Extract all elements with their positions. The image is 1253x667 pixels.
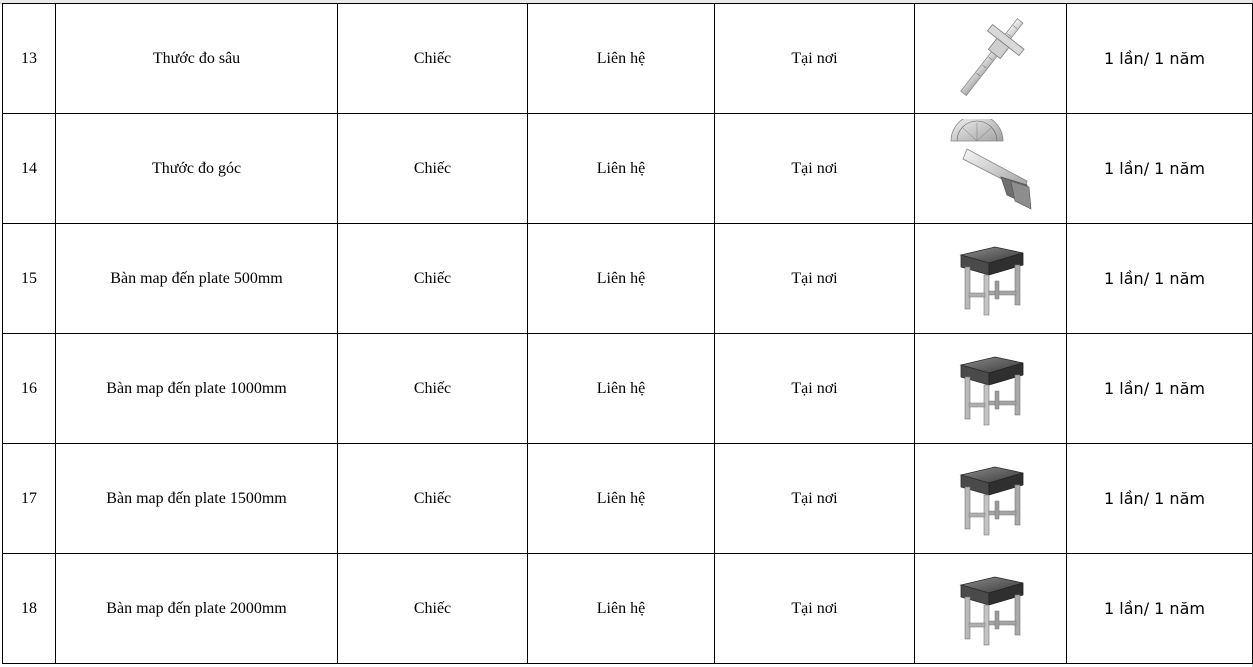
- cell-frequency-text: 1 lần/ 1 năm: [1104, 489, 1205, 508]
- cell-place-text: Tại nơi: [791, 379, 838, 397]
- cell-unit: Chiếc: [337, 113, 528, 224]
- cell-image: [914, 333, 1067, 444]
- cell-number: 17: [2, 443, 56, 554]
- cell-unit: Chiếc: [337, 553, 528, 664]
- cell-frequency-text: 1 lần/ 1 năm: [1104, 49, 1205, 68]
- cell-number: 14: [2, 113, 56, 224]
- cell-place: Tại nơi: [714, 333, 915, 444]
- surface-plate-icon: [916, 225, 1066, 333]
- cell-price-text: Liên hệ: [596, 49, 646, 67]
- cell-frequency-text: 1 lần/ 1 năm: [1104, 379, 1205, 398]
- protractor-icon: [916, 115, 1066, 223]
- cell-place-text: Tại nơi: [791, 269, 838, 287]
- cell-price: Liên hệ: [527, 223, 715, 334]
- cell-unit-text: Chiếc: [413, 159, 452, 177]
- surface-plate-icon: [916, 445, 1066, 553]
- cell-place-text: Tại nơi: [791, 49, 838, 67]
- cell-place: Tại nơi: [714, 553, 915, 664]
- cell-price: Liên hệ: [527, 3, 715, 114]
- cell-image: [914, 223, 1067, 334]
- cell-price: Liên hệ: [527, 443, 715, 554]
- cell-image: [914, 553, 1067, 664]
- cell-frequency: 1 lần/ 1 năm: [1066, 443, 1253, 554]
- cell-place: Tại nơi: [714, 3, 915, 114]
- cell-price-text: Liên hệ: [596, 599, 646, 617]
- cell-unit-text: Chiếc: [413, 49, 452, 67]
- cell-number-text: 13: [21, 49, 37, 67]
- cell-place-text: Tại nơi: [791, 599, 838, 617]
- cell-number: 18: [2, 553, 56, 664]
- cell-unit: Chiếc: [337, 333, 528, 444]
- cell-place: Tại nơi: [714, 223, 915, 334]
- cell-number-text: 16: [21, 379, 37, 397]
- surface-plate-icon: [916, 555, 1066, 663]
- cell-frequency: 1 lần/ 1 năm: [1066, 113, 1253, 224]
- table-row: 14 Thước đo góc Chiếc Liên hệ Tại nơi 1 lần/…: [2, 113, 1253, 224]
- cell-price-text: Liên hệ: [596, 269, 646, 287]
- cell-item-name-text: Bàn map đến plate 2000mm: [106, 599, 287, 617]
- cell-frequency-text: 1 lần/ 1 năm: [1104, 269, 1205, 288]
- cell-price-text: Liên hệ: [596, 379, 646, 397]
- cell-item-name-text: Bàn map đến plate 1500mm: [106, 489, 287, 507]
- cell-frequency: 1 lần/ 1 năm: [1066, 333, 1253, 444]
- cell-image: [914, 113, 1067, 224]
- cell-unit: Chiếc: [337, 443, 528, 554]
- cell-price: Liên hệ: [527, 333, 715, 444]
- cell-number-text: 14: [21, 159, 37, 177]
- cell-place: Tại nơi: [714, 443, 915, 554]
- cell-unit-text: Chiếc: [413, 599, 452, 617]
- cell-frequency: 1 lần/ 1 năm: [1066, 223, 1253, 334]
- cell-item-name-text: Bàn map đến plate 1000mm: [106, 379, 287, 397]
- cell-item-name: Thước đo sâu: [55, 3, 338, 114]
- cell-price-text: Liên hệ: [596, 489, 646, 507]
- cell-image: [914, 443, 1067, 554]
- cell-item-name-text: Thước đo góc: [151, 159, 242, 177]
- cell-item-name-text: Bàn map đến plate 500mm: [110, 269, 283, 287]
- cell-number-text: 17: [21, 489, 37, 507]
- cell-price: Liên hệ: [527, 553, 715, 664]
- cell-frequency-text: 1 lần/ 1 năm: [1104, 599, 1205, 618]
- table-row: 15 Bàn map đến plate 500mm Chiếc Liên hệ Tại…: [2, 223, 1253, 334]
- surface-plate-icon: [916, 335, 1066, 443]
- cell-place: Tại nơi: [714, 113, 915, 224]
- cell-item-name: Bàn map đến plate 1000mm: [55, 333, 338, 444]
- cell-item-name: Bàn map đến plate 2000mm: [55, 553, 338, 664]
- cell-item-name: Bàn map đến plate 1500mm: [55, 443, 338, 554]
- cell-number-text: 18: [21, 599, 37, 617]
- cell-unit: Chiếc: [337, 3, 528, 114]
- table-row: 17 Bàn map đến plate 1500mm Chiếc Liên hệ Tạ…: [2, 443, 1253, 554]
- depth-gauge-icon: [916, 5, 1066, 113]
- table-row: 18 Bàn map đến plate 2000mm Chiếc Liên hệ Tạ…: [2, 553, 1253, 664]
- cell-place-text: Tại nơi: [791, 159, 838, 177]
- cell-item-name: Thước đo góc: [55, 113, 338, 224]
- cell-number: 16: [2, 333, 56, 444]
- cell-number: 15: [2, 223, 56, 334]
- table-row: 16 Bàn map đến plate 1000mm Chiếc Liên hệ Tạ…: [2, 333, 1253, 444]
- cell-price: Liên hệ: [527, 113, 715, 224]
- cell-unit: Chiếc: [337, 223, 528, 334]
- cell-price-text: Liên hệ: [596, 159, 646, 177]
- cell-frequency: 1 lần/ 1 năm: [1066, 553, 1253, 664]
- cell-unit-text: Chiếc: [413, 489, 452, 507]
- cell-place-text: Tại nơi: [791, 489, 838, 507]
- cell-image: [914, 3, 1067, 114]
- cell-number-text: 15: [21, 269, 37, 287]
- cell-unit-text: Chiếc: [413, 379, 452, 397]
- cell-unit-text: Chiếc: [413, 269, 452, 287]
- table-row: 13 Thước đo sâu Chiếc Liên hệ Tại nơi 1 lần/…: [2, 3, 1253, 114]
- calibration-table: 13 Thước đo sâu Chiếc Liên hệ Tại nơi 1 lần/…: [2, 3, 1253, 664]
- cell-item-name-text: Thước đo sâu: [152, 49, 241, 67]
- cell-frequency: 1 lần/ 1 năm: [1066, 3, 1253, 114]
- cell-number: 13: [2, 3, 56, 114]
- cell-item-name: Bàn map đến plate 500mm: [55, 223, 338, 334]
- cell-frequency-text: 1 lần/ 1 năm: [1104, 159, 1205, 178]
